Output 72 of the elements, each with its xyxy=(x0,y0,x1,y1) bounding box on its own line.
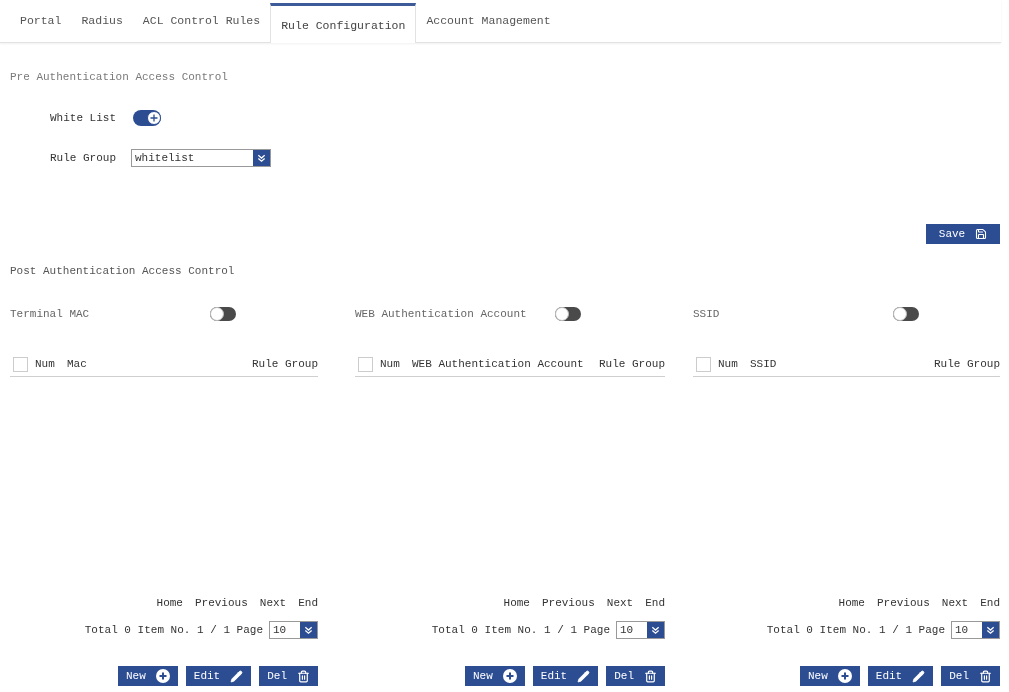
plus-circle-icon xyxy=(837,669,852,683)
trash-icon xyxy=(297,669,310,683)
column-header: Num xyxy=(35,357,56,373)
edit-button[interactable]: Edit xyxy=(185,666,252,686)
delete-button[interactable]: Del xyxy=(259,666,318,686)
column-header: SSID xyxy=(750,358,777,371)
pencil-icon xyxy=(577,669,591,683)
edit-button[interactable]: Edit xyxy=(867,666,934,686)
tab[interactable]: Account Management xyxy=(416,0,561,42)
trash-icon xyxy=(644,669,657,683)
pagination-summary: Total 0 Item No. 1 / 1 Page xyxy=(766,622,945,638)
checkbox[interactable] xyxy=(358,357,373,372)
pagination-link[interactable]: Previous xyxy=(541,596,595,610)
delete-button[interactable]: Del xyxy=(941,666,1000,686)
pagination-link[interactable]: Previous xyxy=(194,596,248,610)
pagination-link[interactable]: End xyxy=(298,596,318,610)
new-button[interactable]: New xyxy=(799,666,860,686)
column-header: Rule Group xyxy=(599,357,665,373)
new-button[interactable]: New xyxy=(464,666,525,686)
delete-button[interactable]: Del xyxy=(606,666,665,686)
panel-label: SSID xyxy=(693,306,721,322)
toggle-switch[interactable] xyxy=(555,307,581,321)
toggle-switch[interactable] xyxy=(893,307,919,321)
plus-circle-icon xyxy=(502,669,517,683)
section-title: Pre Authentication Access Control xyxy=(10,70,228,84)
double-chevron-down-icon xyxy=(257,153,266,163)
pagination-link[interactable]: End xyxy=(645,596,665,610)
save-icon xyxy=(975,228,988,240)
page-size-select[interactable]: 10 xyxy=(269,621,318,639)
pagination-link[interactable]: End xyxy=(980,596,1000,610)
page-size-select[interactable]: 10 xyxy=(616,621,665,639)
toggle-switch[interactable] xyxy=(210,307,236,321)
page-size-select[interactable]: 10 xyxy=(951,621,1000,639)
section-title: Post Authentication Access Control xyxy=(10,264,235,278)
pagination-summary: Total 0 Item No. 1 / 1 Page xyxy=(431,622,610,638)
plus-circle-icon xyxy=(155,669,170,683)
toggle-switch[interactable] xyxy=(133,110,161,126)
pagination-summary: Total 0 Item No. 1 / 1 Page xyxy=(84,622,263,638)
tab[interactable]: Rule Configuration xyxy=(270,3,417,43)
rule-group-select[interactable]: whitelist xyxy=(131,149,271,167)
pencil-icon xyxy=(912,669,926,683)
double-chevron-down-icon xyxy=(986,625,995,635)
double-chevron-down-icon xyxy=(304,625,313,635)
plus-icon xyxy=(147,111,161,125)
column-header: Rule Group xyxy=(252,357,318,373)
trash-icon xyxy=(979,669,992,683)
column-header: Rule Group xyxy=(934,357,1000,373)
column-header: WEB Authentication Account xyxy=(412,358,584,371)
checkbox[interactable] xyxy=(13,357,28,372)
pagination-link[interactable]: Next xyxy=(606,596,634,610)
pencil-icon xyxy=(230,669,244,683)
panel-label: WEB Authentication Account xyxy=(355,306,528,322)
column-header: Num xyxy=(718,357,739,373)
edit-button[interactable]: Edit xyxy=(532,666,599,686)
field-label: Rule Group xyxy=(50,150,117,166)
pagination-link[interactable]: Home xyxy=(838,596,865,610)
save-button[interactable]: Save xyxy=(926,224,1000,244)
field-label: White List xyxy=(50,110,117,126)
pagination-link[interactable]: Next xyxy=(941,596,969,610)
pagination-link[interactable]: Next xyxy=(259,596,287,610)
column-header: Mac xyxy=(67,358,87,371)
pagination-link[interactable]: Home xyxy=(503,596,530,610)
tab[interactable]: Radius xyxy=(71,0,133,42)
pagination-link[interactable]: Home xyxy=(156,596,183,610)
pagination-link[interactable]: Previous xyxy=(876,596,930,610)
checkbox[interactable] xyxy=(696,357,711,372)
tab[interactable]: ACL Control Rules xyxy=(132,0,271,42)
column-header: Num xyxy=(380,357,401,373)
tab[interactable]: Portal xyxy=(10,0,72,42)
new-button[interactable]: New xyxy=(117,666,178,686)
double-chevron-down-icon xyxy=(651,625,660,635)
panel-label: Terminal MAC xyxy=(10,306,91,322)
